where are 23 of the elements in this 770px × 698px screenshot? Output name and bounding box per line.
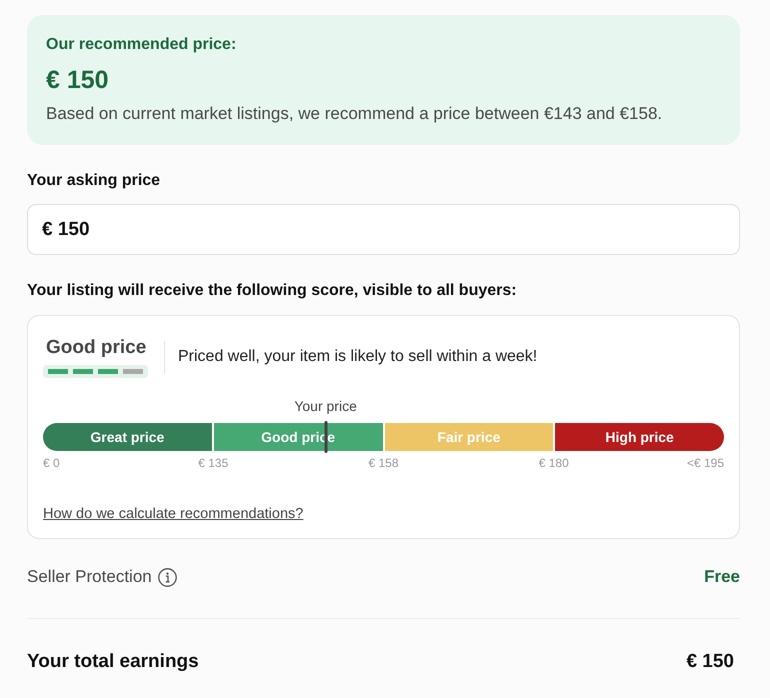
scale-tick-label: € 0: [43, 456, 60, 470]
total-earnings-value: € 150: [686, 650, 734, 674]
price-band: High price: [555, 423, 724, 451]
scale-tick-label: <€ 195: [686, 456, 724, 470]
rating-label: Good price: [45, 336, 146, 360]
score-heading: Your listing will receive the following score, visible to all buyers:: [27, 281, 518, 301]
asking-price-label: Your asking price: [27, 171, 162, 191]
recommendation-title: Our recommended price:: [46, 35, 238, 55]
rating-message: Priced well, your item is likely to sell within a week!: [178, 347, 538, 367]
recommended-price: € 150: [46, 65, 110, 95]
recommendations-link[interactable]: How do we calculate recommendations?: [43, 505, 304, 523]
scale-tick-label: € 158: [368, 456, 399, 470]
seller-protection-label: Seller Protection: [27, 566, 152, 588]
info-icon[interactable]: [158, 568, 177, 586]
scale-tick-label: € 180: [538, 456, 569, 470]
seller-protection-value: Free: [704, 566, 740, 588]
asking-price-input[interactable]: € 150: [27, 204, 740, 255]
scale-tick-label: € 135: [198, 456, 228, 470]
price-band: Great price: [43, 423, 212, 451]
marker-label: Your price: [294, 397, 357, 415]
price-band: Fair price: [384, 423, 554, 451]
total-earnings-label: Your total earnings: [27, 650, 199, 674]
recommendation-description: Based on current market listings, we recommend a price between €143 and €158.: [46, 103, 664, 125]
